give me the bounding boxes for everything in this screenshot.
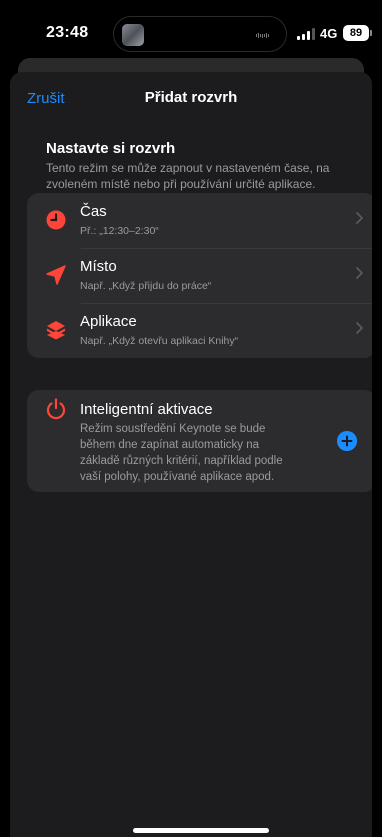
option-label: Aplikace [80, 313, 137, 330]
option-example: Př.: „12:30–2:30“ [80, 225, 159, 237]
smart-activation-description: Režim soustředění Keynote se bude během … [80, 423, 283, 483]
app-layers-icon [47, 321, 65, 340]
dynamic-island[interactable] [113, 16, 287, 52]
network-type: 4G [320, 26, 338, 41]
option-example: Např. „Když přijdu do práce“ [80, 280, 212, 292]
schedule-option-app[interactable]: Aplikace Např. „Když otevřu aplikaci Kni… [27, 303, 372, 358]
sheet-nav-bar: Zrušit Přidat rozvrh [10, 72, 372, 124]
chevron-right-icon [356, 212, 363, 224]
add-icon[interactable] [337, 431, 357, 451]
status-time: 23:48 [46, 24, 89, 41]
add-schedule-sheet: Zrušit Přidat rozvrh Nastavte si rozvrh … [10, 72, 372, 837]
option-label: Místo [80, 258, 117, 275]
sheet-title: Přidat rozvrh [144, 89, 238, 106]
location-arrow-icon [46, 265, 66, 285]
chevron-right-icon [356, 267, 363, 279]
power-icon [46, 398, 66, 420]
now-playing-artwork [122, 24, 144, 46]
section-title: Nastavte si rozvrh [46, 140, 176, 157]
schedule-options-list: Čas Př.: „12:30–2:30“ Místo Např. „Když … [27, 193, 372, 358]
status-bar: 23:48 4G 89 [0, 0, 382, 60]
schedule-section-header: Nastavte si rozvrh Tento režim se může z… [10, 124, 372, 192]
clock-icon [46, 210, 66, 230]
cellular-signal-icon [297, 28, 317, 40]
schedule-option-time[interactable]: Čas Př.: „12:30–2:30“ [27, 193, 372, 248]
smart-activation-card: Inteligentní aktivace Režim soustředění … [27, 390, 372, 492]
schedule-option-location[interactable]: Místo Např. „Když přijdu do práce“ [27, 248, 372, 303]
screen: 23:48 4G 89 Zrušit Přidat rozvrh Nastavt… [0, 0, 382, 837]
option-label: Čas [80, 203, 107, 220]
section-description: Tento režim se může zapnout v nastaveném… [46, 161, 330, 191]
chevron-right-icon [356, 322, 363, 334]
option-example: Např. „Když otevřu aplikaci Knihy“ [80, 335, 239, 347]
home-indicator[interactable] [133, 828, 269, 833]
audio-waveform-icon [256, 33, 269, 38]
battery-icon: 89 [343, 25, 372, 41]
smart-activation-title: Inteligentní aktivace [80, 401, 213, 418]
